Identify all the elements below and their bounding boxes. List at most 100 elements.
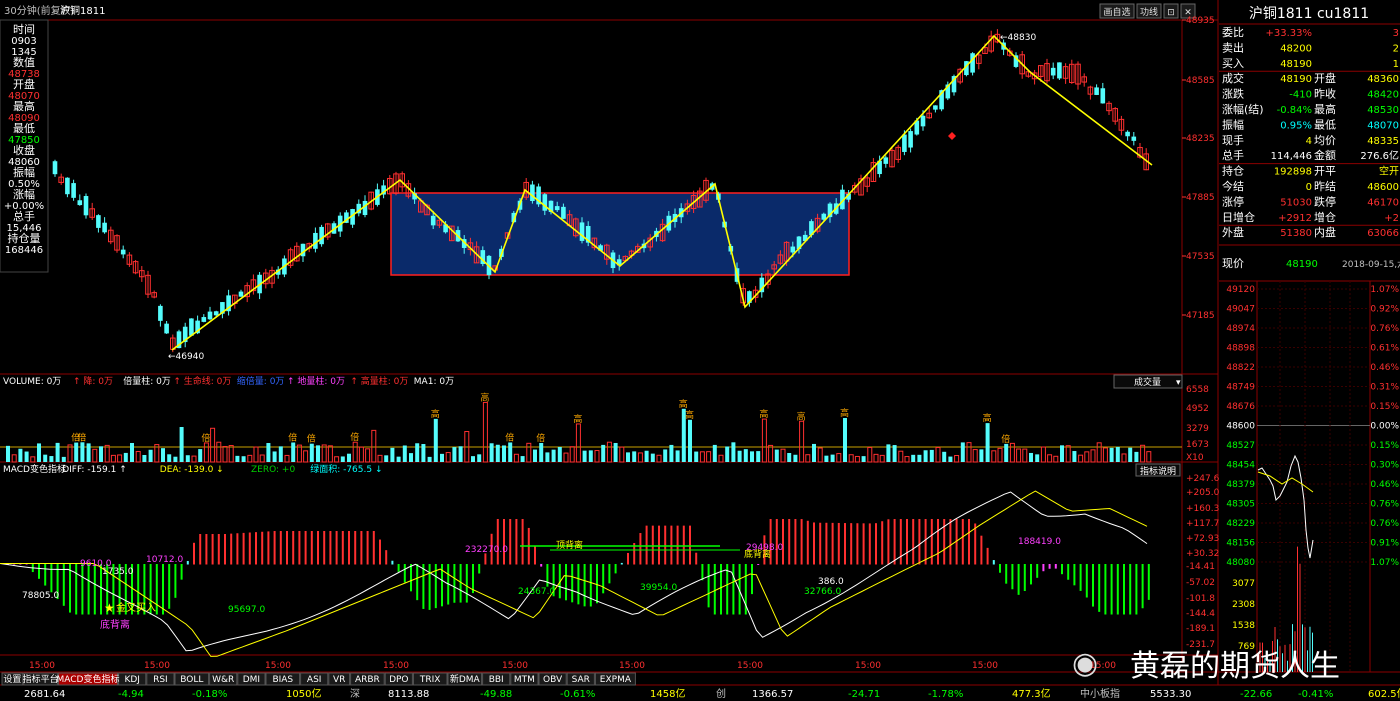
tab-label[interactable]: OBV [543,675,563,685]
status-item: 1366.57 [752,689,793,700]
tab-label[interactable]: VR [333,675,345,685]
tab-label[interactable]: MTM [514,675,535,685]
tab-label[interactable]: 设置 [3,674,21,685]
status-item: 中小板指 [1080,687,1120,700]
volume-bar [104,444,110,463]
macd-tick: +247.6 [1186,474,1220,484]
volume-bar [545,452,550,462]
macd-bar [751,564,753,595]
volume-bar [86,443,91,462]
volume-bar [99,446,103,462]
quote-label: 持仓 [1222,164,1244,178]
volume-bar [458,446,463,462]
macd-bar [1067,564,1070,580]
volume-bar [985,423,990,462]
tab-label[interactable]: 新DMA [450,673,481,685]
macd-bar [379,539,381,565]
volume-bar [1090,449,1096,463]
tab-label[interactable]: RSI [153,675,168,685]
volume-bar [173,456,178,462]
macd-legend-item: 绿面积: -765.5 ↓ [310,463,382,475]
quote-label: 均价 [1314,134,1336,147]
volume-bar [854,455,860,463]
volume-bar [594,450,600,463]
macd-bar [236,533,239,565]
mini-axis-right: 0.46% [1370,363,1399,373]
volume-legend-item: MA1: 0万 [414,377,454,387]
tab-label[interactable]: W&R [212,675,234,685]
tab-label[interactable]: DMI [243,675,260,685]
macd-bar [1116,564,1119,615]
volume-bar [477,454,482,462]
volume-bar [873,453,879,463]
volume-bar [911,454,916,462]
volume-dropdown-label[interactable]: 成交量 [1134,376,1161,388]
volume-bar [954,455,960,463]
quote-value: 51380 [1280,228,1312,239]
volume-bar [706,451,712,463]
tab-label[interactable]: EXPMA [600,675,632,685]
tab-label[interactable]: TRIX [419,675,441,685]
volume-bar [613,442,618,462]
macd-bar [453,564,456,603]
tab-label[interactable]: MACD变色指标 [57,673,120,685]
quote-value: 63066 [1367,228,1399,239]
top-button-label[interactable]: 功线 [1140,6,1158,18]
chevron-down-icon[interactable]: ▾ [1176,378,1181,388]
volume-legend-item: VOLUME: 0万 [3,377,61,387]
bottom-divergence-label: 底背离 [744,548,771,560]
macd-bar [571,564,574,603]
chart-text-layer: 30分钟(前复权)沪铜1811 画自选 功线 ⊡ ✕时间09031345数值48738开… [3,4,1400,700]
mini-axis-left: 48676 [1226,402,1255,412]
top-button-label[interactable]: ⊡ [1167,8,1175,18]
macd-bar [695,552,698,565]
macd-bar [69,564,71,613]
volume-bar [606,441,612,463]
candle-down [920,115,926,127]
macd-bar [1048,564,1051,569]
price-tick: 47885 [1186,193,1215,203]
tab-label[interactable]: BBI [489,675,504,685]
macd-bar [168,564,171,609]
volume-bar [699,451,705,463]
volume-tick: 4952 [1186,404,1209,414]
macd-histogram [7,519,1150,615]
tab-label[interactable]: ARBR [355,675,380,685]
quote-value: 276.6亿 [1360,149,1399,162]
volume-bar [1053,455,1059,463]
macd-bar [645,525,648,565]
quote-label: 卖出 [1222,40,1244,54]
quote-label: 昨结 [1314,180,1336,193]
macd-bar [180,564,183,580]
tab-label[interactable]: ASI [307,675,322,685]
candle-down [561,206,566,219]
candle-down [1125,131,1130,137]
tab-label[interactable]: BIAS [272,675,293,685]
quote-value: +2912 [1278,213,1312,224]
top-button-label[interactable]: 画自选 [1103,6,1130,18]
quote-label: 涨停 [1222,194,1244,208]
tab-label[interactable]: DPO [389,675,408,685]
macd-bar [366,531,369,565]
volume-bar [551,449,556,462]
candle-down [102,222,107,233]
volume-bar [167,454,172,462]
candle-down [1100,88,1106,104]
volume-bar [365,448,371,463]
tab-label[interactable]: KDJ [124,675,140,685]
quote-value: 48190 [1280,59,1312,70]
macd-bar [403,564,406,583]
volume-bar [377,454,383,463]
volume-tick: 3279 [1186,424,1209,434]
volume-bar [421,444,426,462]
macd-bar [1030,564,1032,585]
volume-bar [520,456,525,462]
volume-bar [1022,448,1028,463]
tab-label[interactable]: BOLL [180,675,203,685]
star-icon: ★ [104,601,115,615]
tab-label[interactable]: SAR [572,675,590,685]
macd-bar [391,560,394,565]
tab-label[interactable]: 指标平台 [23,673,59,685]
indicator-explain-label[interactable]: 指标说明 [1140,465,1176,477]
price-tick: 47185 [1186,311,1215,321]
